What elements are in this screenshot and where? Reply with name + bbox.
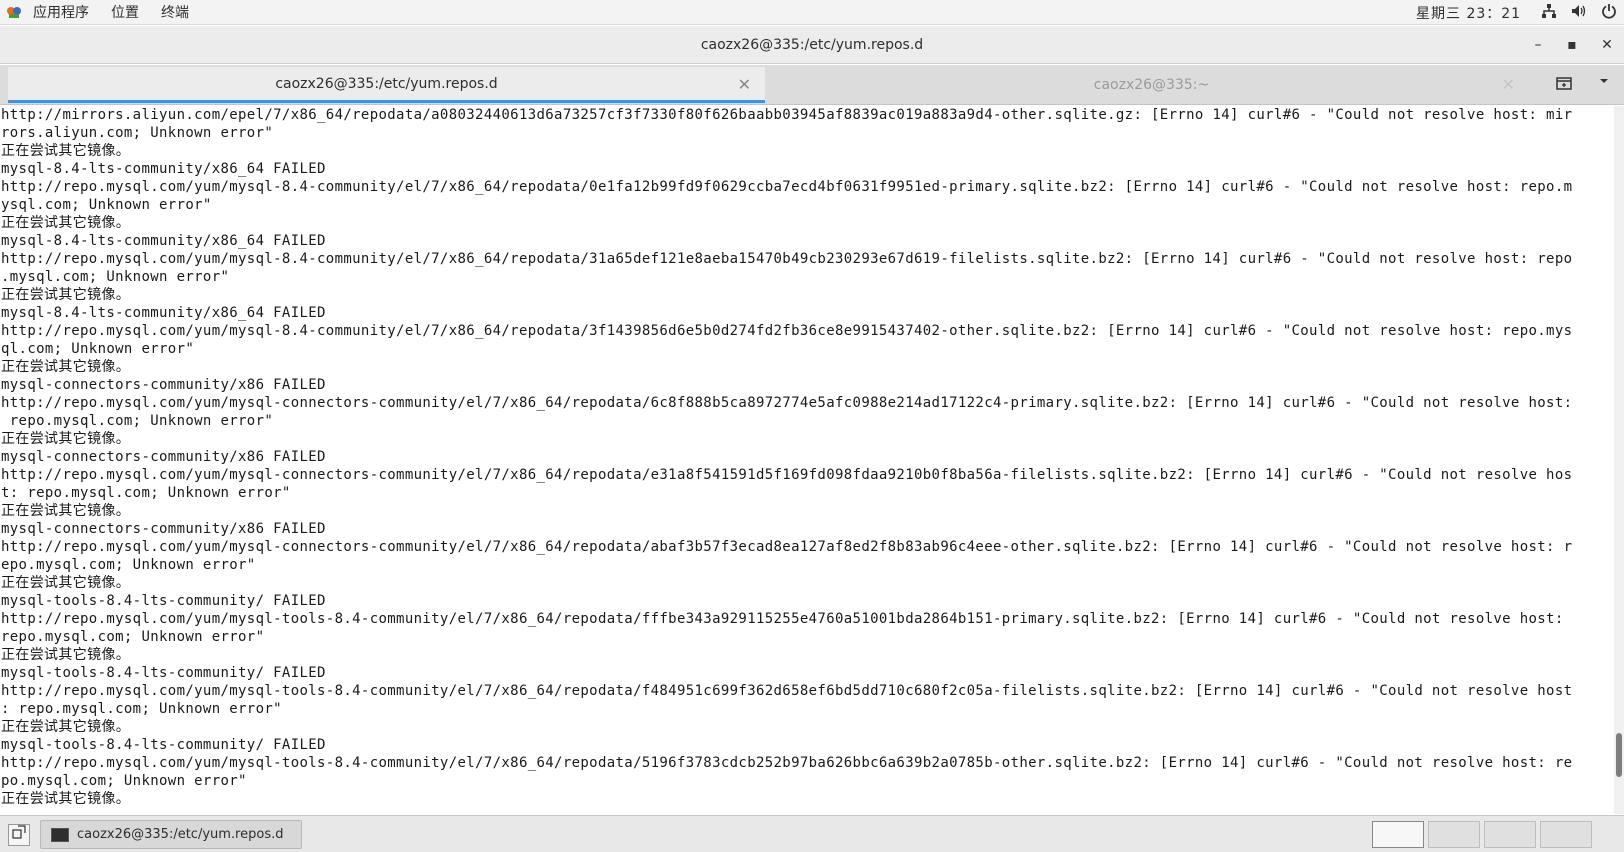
terminal-line: mysql-tools-8.4-lts-community/ FAILED bbox=[1, 593, 326, 609]
terminal-line: mysql-connectors-community/x86 FAILED bbox=[1, 521, 326, 537]
terminal-line: http://repo.mysql.com/yum/mysql-tools-8.… bbox=[1, 611, 1564, 627]
terminal-scrollbar[interactable] bbox=[1614, 106, 1624, 814]
applications-menu[interactable]: 应用程序 bbox=[22, 2, 100, 22]
terminal-line: http://repo.mysql.com/yum/mysql-8.4-comm… bbox=[1, 323, 1573, 339]
terminal-line: 正在尝试其它镜像。 bbox=[1, 791, 131, 807]
terminal-line: rors.aliyun.com; Unknown error" bbox=[1, 125, 274, 141]
network-icon[interactable] bbox=[1540, 2, 1558, 20]
power-icon[interactable] bbox=[1600, 2, 1618, 20]
workspace-4[interactable] bbox=[1540, 821, 1592, 848]
terminal-menu[interactable]: 终端 bbox=[150, 2, 200, 22]
terminal-line: http://repo.mysql.com/yum/mysql-8.4-comm… bbox=[1, 179, 1573, 195]
terminal-line: ysql.com; Unknown error" bbox=[1, 197, 212, 213]
window-titlebar[interactable]: caozx26@335:/etc/yum.repos.d – ▪ ✕ bbox=[0, 26, 1624, 64]
terminal-line: mysql-tools-8.4-lts-community/ FAILED bbox=[1, 737, 326, 753]
terminal-line: 正在尝试其它镜像。 bbox=[1, 359, 131, 375]
maximize-button[interactable]: ▪ bbox=[1561, 34, 1583, 56]
tab-close-icon[interactable]: ✕ bbox=[738, 75, 751, 94]
terminal-line: epo.mysql.com; Unknown error" bbox=[1, 557, 256, 573]
terminal-line: 正在尝试其它镜像。 bbox=[1, 143, 131, 159]
tab-yum-repos[interactable]: caozx26@335:/etc/yum.repos.d ✕ bbox=[8, 67, 765, 103]
workspace-1[interactable] bbox=[1372, 821, 1424, 848]
terminal-line: 正在尝试其它镜像。 bbox=[1, 431, 131, 447]
apps-icon[interactable] bbox=[6, 4, 22, 20]
chevron-down-icon[interactable] bbox=[1594, 75, 1614, 95]
terminal-line: po.mysql.com; Unknown error" bbox=[1, 773, 247, 789]
close-button[interactable]: ✕ bbox=[1596, 34, 1618, 56]
window-title: caozx26@335:/etc/yum.repos.d bbox=[700, 37, 924, 53]
volume-icon[interactable] bbox=[1570, 2, 1588, 20]
top-panel: 应用程序 位置 终端 星期三 23：21 bbox=[0, 0, 1624, 25]
terminal-line: http://repo.mysql.com/yum/mysql-connecto… bbox=[1, 467, 1573, 483]
bottom-taskbar: caozx26@335:/etc/yum.repos.d bbox=[0, 815, 1624, 852]
terminal-line: mysql-8.4-lts-community/x86_64 FAILED bbox=[1, 161, 326, 177]
workspace-3[interactable] bbox=[1484, 821, 1536, 848]
taskbar-window-button[interactable]: caozx26@335:/etc/yum.repos.d bbox=[40, 820, 302, 849]
terminal-text: http://mirrors.aliyun.com/epel/7/x86_64/… bbox=[0, 106, 1614, 808]
terminal-icon bbox=[51, 827, 69, 842]
terminal-line: t: repo.mysql.com; Unknown error" bbox=[1, 485, 291, 501]
terminal-line: 正在尝试其它镜像。 bbox=[1, 647, 131, 663]
terminal-line: http://repo.mysql.com/yum/mysql-tools-8.… bbox=[1, 683, 1573, 699]
scrollbar-thumb[interactable] bbox=[1616, 733, 1622, 777]
tab-home[interactable]: caozx26@335:~ ✕ bbox=[774, 67, 1529, 103]
terminal-output[interactable]: http://mirrors.aliyun.com/epel/7/x86_64/… bbox=[0, 106, 1614, 814]
taskbar-window-label: caozx26@335:/etc/yum.repos.d bbox=[77, 827, 284, 842]
terminal-line: 正在尝试其它镜像。 bbox=[1, 503, 131, 519]
terminal-line: 正在尝试其它镜像。 bbox=[1, 719, 131, 735]
workspace-2[interactable] bbox=[1428, 821, 1480, 848]
terminal-line: mysql-8.4-lts-community/x86_64 FAILED bbox=[1, 233, 326, 249]
terminal-line: http://mirrors.aliyun.com/epel/7/x86_64/… bbox=[1, 107, 1573, 123]
terminal-line: : repo.mysql.com; Unknown error" bbox=[1, 701, 282, 717]
terminal-line: mysql-connectors-community/x86 FAILED bbox=[1, 449, 326, 465]
terminal-line: http://repo.mysql.com/yum/mysql-connecto… bbox=[1, 395, 1573, 411]
tab-close-icon[interactable]: ✕ bbox=[1502, 75, 1515, 94]
terminal-line: http://repo.mysql.com/yum/mysql-8.4-comm… bbox=[1, 251, 1573, 267]
tab-label: caozx26@335:/etc/yum.repos.d bbox=[275, 75, 498, 92]
terminal-line: repo.mysql.com; Unknown error" bbox=[1, 413, 274, 429]
terminal-line: http://repo.mysql.com/yum/mysql-connecto… bbox=[1, 539, 1573, 555]
tab-bar: caozx26@335:/etc/yum.repos.d ✕ caozx26@3… bbox=[0, 65, 1624, 105]
terminal-line: repo.mysql.com; Unknown error" bbox=[1, 629, 265, 645]
terminal-line: mysql-8.4-lts-community/x86_64 FAILED bbox=[1, 305, 326, 321]
terminal-line: 正在尝试其它镜像。 bbox=[1, 287, 131, 303]
terminal-line: mysql-connectors-community/x86 FAILED bbox=[1, 377, 326, 393]
minimize-button[interactable]: – bbox=[1527, 34, 1549, 56]
terminal-line: 正在尝试其它镜像。 bbox=[1, 215, 131, 231]
new-tab-icon[interactable] bbox=[1553, 74, 1575, 96]
terminal-line: .mysql.com; Unknown error" bbox=[1, 269, 230, 285]
places-menu[interactable]: 位置 bbox=[100, 2, 150, 22]
clock[interactable]: 星期三 23：21 bbox=[1416, 3, 1521, 23]
tab-label: caozx26@335:~ bbox=[1093, 77, 1210, 93]
system-tray bbox=[1540, 2, 1618, 20]
terminal-line: mysql-tools-8.4-lts-community/ FAILED bbox=[1, 665, 326, 681]
terminal-line: http://repo.mysql.com/yum/mysql-tools-8.… bbox=[1, 755, 1573, 771]
terminal-line: ql.com; Unknown error" bbox=[1, 341, 195, 357]
show-desktop-icon[interactable] bbox=[8, 824, 30, 846]
terminal-line: 正在尝试其它镜像。 bbox=[1, 575, 131, 591]
